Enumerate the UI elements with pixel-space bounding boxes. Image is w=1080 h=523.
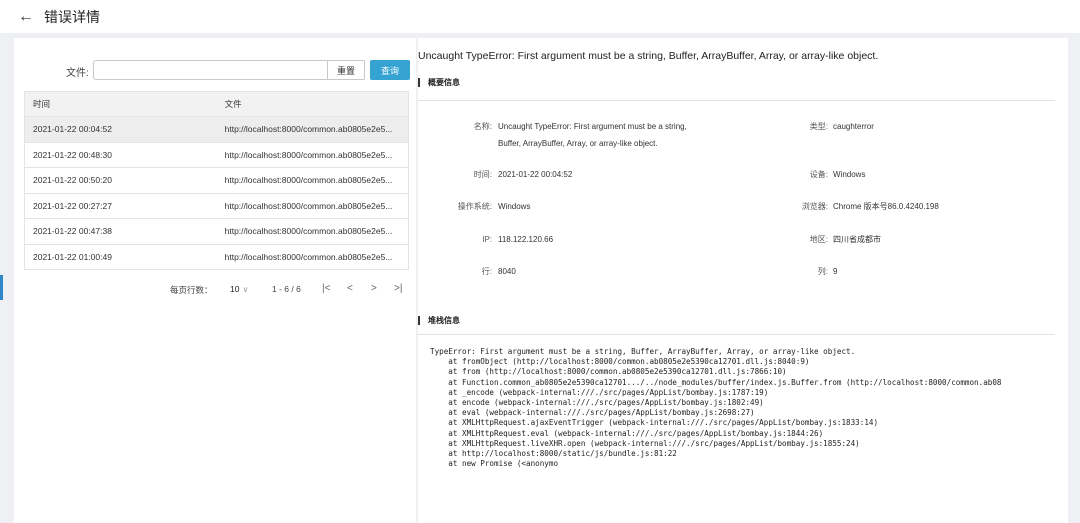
- page-range: 1 - 6 / 6: [272, 284, 301, 294]
- os-value: Windows: [498, 202, 531, 211]
- device-label: 设备:: [809, 170, 828, 179]
- row-label: 行:: [481, 267, 492, 276]
- row-file: http://localhost:8000/common.ab0805e2e5.…: [216, 116, 409, 143]
- time-label: 时间:: [473, 170, 492, 179]
- stack-trace: TypeError: First argument must be a stri…: [430, 347, 1056, 507]
- os-label: 操作系统:: [457, 202, 492, 211]
- stack-line: at new Promise (<anonymo: [430, 459, 559, 469]
- row-time: 2021-01-22 00:27:27: [24, 193, 217, 219]
- row-time: 2021-01-22 00:04:52: [24, 116, 217, 143]
- reset-button[interactable]: 重置: [327, 60, 365, 80]
- stack-line: at from (http://localhost:8000/common.ab…: [430, 367, 787, 377]
- row-file: http://localhost:8000/common.ab0805e2e5.…: [216, 142, 409, 168]
- stack-line: TypeError: First argument must be a stri…: [430, 347, 856, 356]
- browser-value: Chrome 版本号86.0.4240.198: [833, 202, 939, 211]
- name-label: 名称:: [473, 122, 492, 131]
- table-header-row: 时间 文件: [24, 91, 409, 117]
- name-value-line1: Uncaught TypeError: First argument must …: [498, 122, 687, 131]
- table-row[interactable]: 2021-01-22 00:50:20 http://localhost:800…: [24, 167, 409, 194]
- stack-line: at Function.common_ab0805e2e5390ca12701.…: [430, 377, 1002, 387]
- ip-value: 118.122.120.66: [498, 235, 554, 244]
- type-label: 类型:: [809, 122, 828, 131]
- ip-label: IP:: [482, 235, 492, 244]
- page-title: 错误详情: [44, 8, 100, 25]
- row-time: 2021-01-22 00:48:30: [24, 142, 217, 168]
- filter-bar: 文件: 重置 查询: [14, 60, 416, 82]
- stack-line: at XMLHttpRequest.eval (webpack-internal…: [430, 428, 824, 438]
- summary-heading: 概要信息: [418, 77, 460, 88]
- table-row[interactable]: 2021-01-22 00:27:27 http://localhost:800…: [24, 193, 409, 219]
- divider: [418, 100, 1055, 101]
- region-value: 四川省成都市: [833, 235, 881, 244]
- last-page-icon[interactable]: >|: [394, 283, 402, 294]
- stack-line: at encode (webpack-internal:///./src/pag…: [430, 398, 764, 408]
- rows-per-page-label: 每页行数：: [170, 285, 213, 295]
- error-title: Uncaught TypeError: First argument must …: [418, 50, 879, 62]
- row-time: 2021-01-22 01:00:49: [24, 244, 217, 270]
- table-row[interactable]: 2021-01-22 00:04:52 http://localhost:800…: [24, 116, 409, 143]
- query-button[interactable]: 查询: [370, 60, 410, 80]
- side-strip: [0, 275, 3, 300]
- table-row[interactable]: 2021-01-22 00:47:38 http://localhost:800…: [24, 218, 409, 245]
- field-name: 名称: Uncaught TypeError: First argument m…: [418, 118, 1058, 148]
- column-header-time[interactable]: 时间: [24, 91, 217, 117]
- page-header: ← 错误详情: [0, 0, 1080, 33]
- row-file: http://localhost:8000/common.ab0805e2e5.…: [216, 244, 409, 270]
- stack-line: at XMLHttpRequest.ajaxEventTrigger (webp…: [430, 418, 879, 428]
- first-page-icon[interactable]: |<: [322, 283, 330, 294]
- error-list-panel: 文件: 重置 查询 时间 文件 2021-01-22 00:04:52 http…: [14, 38, 416, 523]
- next-page-icon[interactable]: >: [371, 283, 377, 294]
- column-value: 9: [833, 267, 838, 276]
- browser-label: 浏览器:: [801, 202, 828, 211]
- row-file: http://localhost:8000/common.ab0805e2e5.…: [216, 193, 409, 219]
- row-file: http://localhost:8000/common.ab0805e2e5.…: [216, 218, 409, 245]
- prev-page-icon[interactable]: <: [347, 283, 353, 294]
- chevron-down-icon: ∨: [242, 285, 249, 294]
- device-value: Windows: [833, 170, 866, 179]
- stack-line: at _encode (webpack-internal:///./src/pa…: [430, 387, 769, 397]
- file-filter-label: 文件:: [66, 68, 89, 79]
- error-table: 时间 文件 2021-01-22 00:04:52 http://localho…: [24, 91, 409, 270]
- divider: [418, 334, 1055, 335]
- pagination: 每页行数： 10 ∨ 1 - 6 / 6 |< < > >|: [24, 283, 409, 297]
- column-label: 列:: [817, 267, 828, 276]
- row-time: 2021-01-22 00:47:38: [24, 218, 217, 245]
- rows-per-page-select[interactable]: 10 ∨: [230, 284, 248, 294]
- name-value-line2: Buffer, ArrayBuffer, Array, or array-lik…: [498, 139, 658, 148]
- type-value: caughterror: [833, 122, 874, 131]
- table-row[interactable]: 2021-01-22 01:00:49 http://localhost:800…: [24, 244, 409, 270]
- stack-line: at fromObject (http://localhost:8000/com…: [430, 357, 810, 367]
- stack-line: at http://localhost:8000/static/js/bundl…: [430, 449, 677, 459]
- time-value: 2021-01-22 00:04:52: [498, 170, 573, 179]
- error-detail-panel: Uncaught TypeError: First argument must …: [418, 38, 1068, 523]
- stack-line: at XMLHttpRequest.liveXHR.open (webpack-…: [430, 438, 860, 448]
- column-header-file[interactable]: 文件: [216, 91, 409, 117]
- row-file: http://localhost:8000/common.ab0805e2e5.…: [216, 167, 409, 194]
- row-time: 2021-01-22 00:50:20: [24, 167, 217, 194]
- stack-heading: 堆栈信息: [418, 315, 460, 326]
- stack-line: at eval (webpack-internal:///./src/pages…: [430, 408, 755, 418]
- file-filter-input[interactable]: [93, 60, 331, 80]
- back-arrow-icon[interactable]: ←: [18, 8, 34, 25]
- region-label: 地区:: [809, 235, 828, 244]
- row-value: 8040: [498, 267, 516, 276]
- rows-per-page-value: 10: [230, 284, 240, 294]
- table-row[interactable]: 2021-01-22 00:48:30 http://localhost:800…: [24, 142, 409, 168]
